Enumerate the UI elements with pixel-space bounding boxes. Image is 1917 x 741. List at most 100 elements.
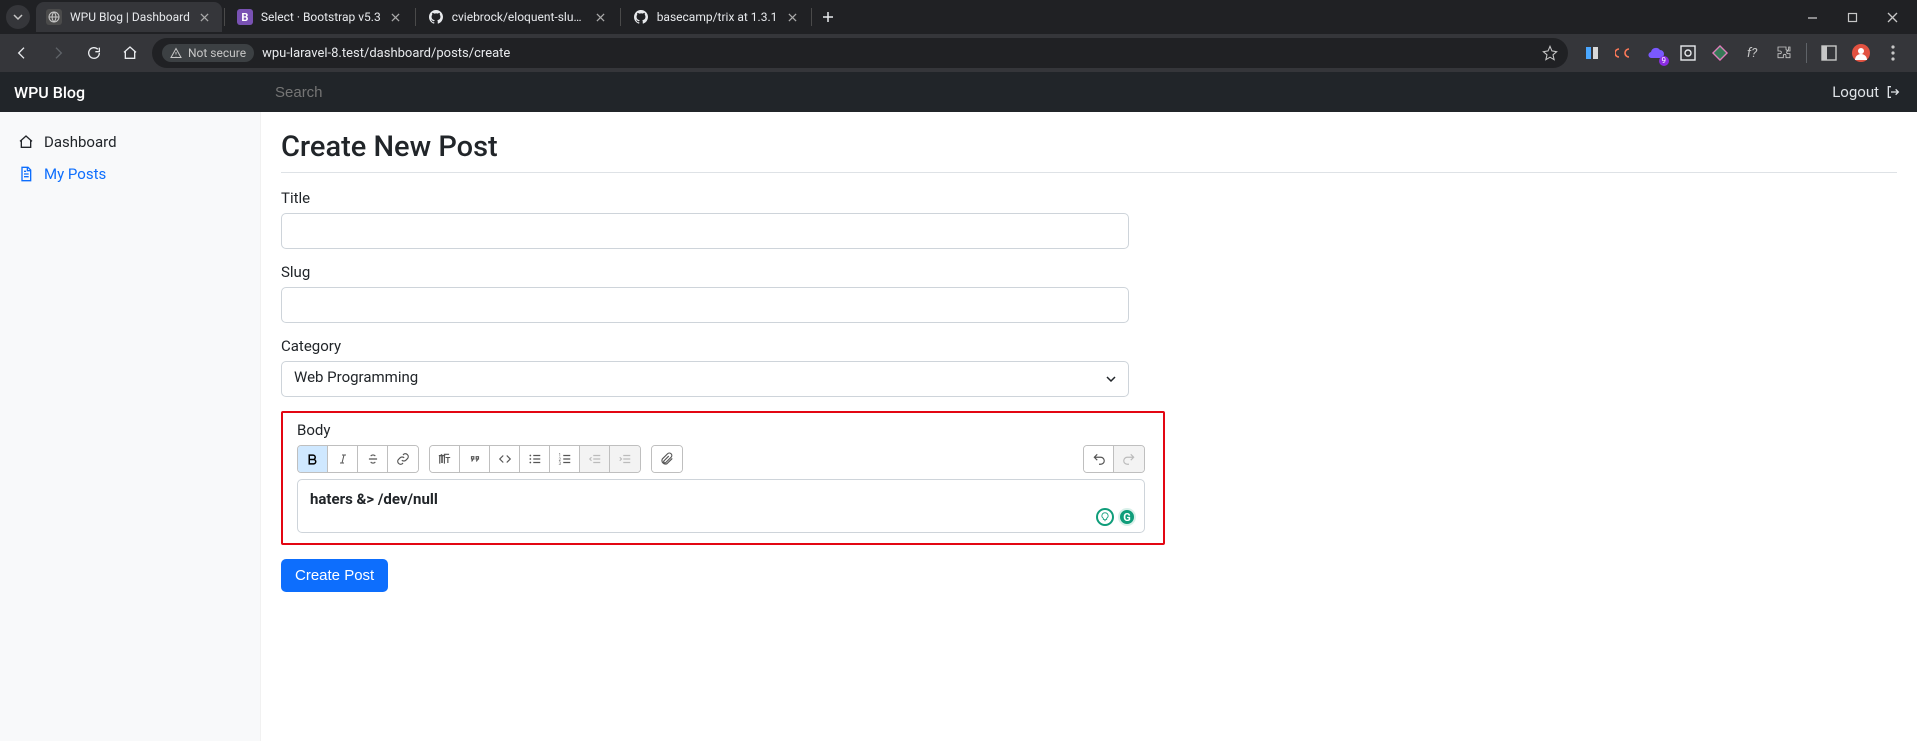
grammarly-widget: G: [1096, 508, 1136, 526]
kebab-icon: [1891, 45, 1895, 61]
page-title: Create New Post: [281, 130, 1897, 173]
close-icon: [391, 13, 400, 22]
tab-close-button[interactable]: [198, 10, 212, 24]
browser-tab-1[interactable]: B Select · Bootstrap v5.3: [227, 2, 413, 32]
address-bar: Not secure wpu-laravel-8.test/dashboard/…: [0, 34, 1917, 72]
extension-icon[interactable]: 9: [1646, 43, 1666, 63]
body-label: Body: [297, 421, 1149, 439]
logout-icon: [1885, 84, 1901, 100]
warning-icon: [170, 47, 182, 59]
close-icon: [788, 13, 797, 22]
avatar-icon: [1852, 44, 1870, 62]
grammarly-suggestion-icon[interactable]: [1096, 508, 1114, 526]
form-group-slug: Slug: [281, 263, 1129, 323]
tabs-dropdown-button[interactable]: [6, 5, 30, 29]
minimize-icon: [1807, 12, 1818, 23]
extension-icon[interactable]: [1614, 43, 1634, 63]
toolbar-dedent-button[interactable]: [580, 446, 610, 472]
brand-title: WPU Blog: [0, 83, 261, 102]
close-icon: [200, 13, 209, 22]
logout-button[interactable]: Logout: [1816, 83, 1917, 101]
search-input[interactable]: [275, 84, 1802, 101]
toolbar-indent-button[interactable]: [610, 446, 640, 472]
browser-tab-2[interactable]: cviebrock/eloquent-sluggable:: [418, 2, 618, 32]
not-secure-badge[interactable]: Not secure: [162, 44, 254, 62]
dedent-icon: [588, 452, 602, 466]
toolbar-number-list-button[interactable]: 123: [550, 446, 580, 472]
slug-label: Slug: [281, 263, 1129, 281]
toolbar-attach-button[interactable]: [652, 446, 682, 472]
header-search: [261, 84, 1816, 101]
nav-reload-button[interactable]: [80, 39, 108, 67]
toolbar-quote-button[interactable]: [460, 446, 490, 472]
quote-icon: [468, 452, 482, 466]
browser-tab-3[interactable]: basecamp/trix at 1.3.1: [623, 2, 810, 32]
sidebar-item-my-posts[interactable]: My Posts: [0, 158, 260, 190]
category-select[interactable]: Web Programming: [281, 361, 1129, 397]
toolbar-bold-button[interactable]: [298, 446, 328, 472]
browser-menu-button[interactable]: [1883, 43, 1903, 63]
svg-text:3: 3: [558, 461, 561, 466]
bookmark-button[interactable]: [1542, 45, 1558, 61]
extensions-menu-button[interactable]: [1774, 43, 1794, 63]
extension-icon[interactable]: [1710, 43, 1730, 63]
toolbar-italic-button[interactable]: [328, 446, 358, 472]
extension-icon[interactable]: [1678, 43, 1698, 63]
title-input[interactable]: [281, 213, 1129, 249]
create-post-button[interactable]: Create Post: [281, 559, 388, 592]
sidepanel-button[interactable]: [1819, 43, 1839, 63]
body-editor[interactable]: haters &> /dev/null G: [297, 479, 1145, 533]
nav-back-button[interactable]: [8, 39, 36, 67]
category-select-wrap: Web Programming: [281, 361, 1129, 397]
toolbar-code-button[interactable]: [490, 446, 520, 472]
tab-close-button[interactable]: [785, 10, 799, 24]
toolbar-strike-button[interactable]: [358, 446, 388, 472]
extension-icon[interactable]: f?: [1742, 43, 1762, 63]
bold-icon: [306, 453, 319, 466]
sidebar-item-dashboard[interactable]: Dashboard: [0, 126, 260, 158]
window-close-button[interactable]: [1873, 2, 1911, 32]
tab-separator: [811, 8, 812, 26]
tab-close-button[interactable]: [389, 10, 403, 24]
bracket-icon: [1680, 45, 1696, 61]
form-group-title: Title: [281, 189, 1129, 249]
maximize-icon: [1847, 12, 1858, 23]
toolbar-group-text: [297, 445, 419, 473]
toolbar-bullet-list-button[interactable]: [520, 446, 550, 472]
italic-icon: [337, 453, 349, 465]
browser-tab-0[interactable]: WPU Blog | Dashboard: [36, 2, 222, 32]
toolbar-redo-button[interactable]: [1114, 446, 1144, 472]
omnibox[interactable]: Not secure wpu-laravel-8.test/dashboard/…: [152, 38, 1568, 68]
toolbar-group-file: [651, 445, 683, 473]
slug-input[interactable]: [281, 287, 1129, 323]
window-minimize-button[interactable]: [1793, 2, 1831, 32]
close-icon: [596, 13, 605, 22]
grammarly-icon[interactable]: G: [1118, 508, 1136, 526]
code-icon: [498, 452, 512, 466]
strikethrough-icon: [366, 452, 380, 466]
title-label: Title: [281, 189, 1129, 207]
app-header: WPU Blog Logout: [0, 72, 1917, 112]
nav-home-button[interactable]: [116, 39, 144, 67]
profile-avatar-button[interactable]: [1851, 43, 1871, 63]
tab-title: WPU Blog | Dashboard: [70, 10, 190, 24]
tab-title: basecamp/trix at 1.3.1: [657, 10, 778, 24]
list-icon: [528, 452, 542, 466]
toolbar-link-button[interactable]: [388, 446, 418, 472]
tab-strip: WPU Blog | Dashboard B Select · Bootstra…: [0, 0, 1917, 34]
browser-chrome: WPU Blog | Dashboard B Select · Bootstra…: [0, 0, 1917, 72]
toolbar-undo-button[interactable]: [1084, 446, 1114, 472]
indent-icon: [618, 452, 632, 466]
window-controls: [1793, 2, 1911, 32]
nav-forward-button[interactable]: [44, 39, 72, 67]
extension-icon[interactable]: [1582, 43, 1602, 63]
window-maximize-button[interactable]: [1833, 2, 1871, 32]
tab-separator: [224, 8, 225, 26]
extension-badge: 9: [1659, 56, 1670, 66]
sidebar-item-label: My Posts: [44, 165, 106, 183]
category-label: Category: [281, 337, 1129, 355]
toolbar-heading-button[interactable]: TT: [430, 446, 460, 472]
tab-close-button[interactable]: [594, 10, 608, 24]
new-tab-button[interactable]: [814, 3, 842, 31]
extensions-toolbar: 9 f?: [1576, 43, 1909, 63]
